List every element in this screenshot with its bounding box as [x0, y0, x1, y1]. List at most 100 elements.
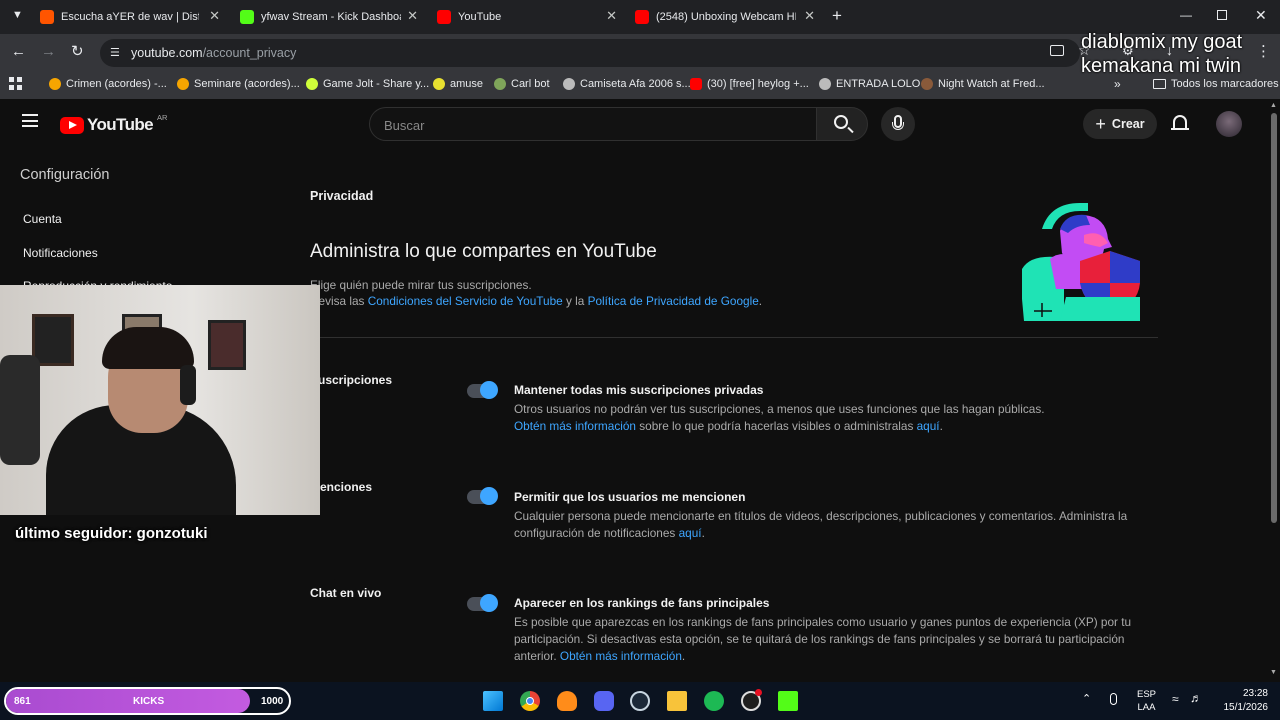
- clock[interactable]: 23:28 15/1/2026: [1212, 687, 1269, 715]
- tab-youtube-video[interactable]: (2548) Unboxing Webcam HD 1 ✕: [635, 6, 815, 28]
- tab-title: Escucha aYER de wav | Disfruta: [61, 11, 199, 23]
- setting-description: Cualquier persona puede mencionarte en t…: [514, 509, 1128, 540]
- learn-more-link[interactable]: Obtén más información: [514, 419, 636, 433]
- setting-description: Es posible que aparezcas en los rankings…: [514, 615, 1132, 663]
- create-label: Crear: [1111, 117, 1145, 131]
- setting-section-label: Suscripciones: [310, 373, 393, 387]
- youtube-logo-text: YouTube: [87, 115, 154, 134]
- setting-title: Mantener todas mis suscripciones privada…: [514, 383, 764, 397]
- youtube-icon: [635, 10, 649, 24]
- steam-icon[interactable]: [630, 691, 650, 711]
- fan-rankings-toggle[interactable]: [467, 594, 498, 612]
- fl-studio-icon[interactable]: [557, 691, 577, 711]
- youtube-icon: [437, 10, 451, 24]
- privacy-illustration: [1022, 203, 1140, 321]
- microphone-tray-icon[interactable]: [1110, 693, 1117, 705]
- volume-icon[interactable]: ♬: [1190, 691, 1202, 705]
- learn-more-link[interactable]: Obtén más información: [560, 649, 682, 663]
- bookmark-item[interactable]: Crimen (acordes) -...: [49, 78, 167, 90]
- setting-title: Permitir que los usuarios me mencionen: [514, 490, 746, 504]
- tab-youtube-active[interactable]: YouTube ✕: [437, 6, 617, 28]
- window-close-icon[interactable]: ✕: [1255, 7, 1267, 24]
- tab-soundcloud[interactable]: Escucha aYER de wav | Disfruta ✕: [40, 6, 220, 28]
- bookmark-item[interactable]: Carl bot: [494, 78, 550, 90]
- language-indicator[interactable]: ESP LAA: [1137, 688, 1156, 714]
- bookmark-item[interactable]: amuse: [433, 78, 483, 90]
- close-icon[interactable]: ✕: [407, 8, 418, 24]
- youtube-logo[interactable]: YouTube AR: [60, 113, 167, 135]
- minimize-icon[interactable]: —: [1180, 8, 1192, 22]
- discord-icon[interactable]: [594, 691, 614, 711]
- hamburger-menu-icon[interactable]: [22, 114, 38, 127]
- bookmark-item[interactable]: (30) [free] heylog +...: [690, 78, 809, 90]
- scroll-up-icon[interactable]: ▲: [1270, 102, 1277, 109]
- back-arrow-icon[interactable]: ←: [11, 43, 26, 60]
- headphones-image: [180, 365, 196, 405]
- youtube-play-icon: [60, 116, 84, 134]
- scroll-down-icon[interactable]: ▼: [1270, 669, 1277, 676]
- spotify-icon[interactable]: [704, 691, 724, 711]
- file-explorer-icon[interactable]: [667, 691, 687, 711]
- notifications-bell-icon[interactable]: [1173, 115, 1187, 129]
- privacy-policy-link[interactable]: Política de Privacidad de Google: [588, 294, 759, 308]
- windows-start-icon[interactable]: [483, 691, 503, 711]
- bookmark-item[interactable]: Night Watch at Fred...: [921, 78, 1045, 90]
- apps-grid-icon[interactable]: [9, 77, 22, 90]
- close-icon[interactable]: ✕: [804, 8, 815, 24]
- clock-date: 15/1/2026: [1223, 702, 1269, 713]
- all-bookmarks-folder[interactable]: Todos los marcadores: [1153, 78, 1279, 90]
- new-tab-button[interactable]: +: [832, 6, 842, 26]
- section-title: Privacidad: [310, 189, 374, 203]
- page-heading: Administra lo que compartes en YouTube: [310, 241, 657, 262]
- restore-icon[interactable]: [1217, 10, 1227, 20]
- sidebar-item-notificaciones[interactable]: Notificaciones: [23, 246, 98, 260]
- settings-sidebar-title: Configuración: [20, 167, 110, 183]
- overlay-text: diablomix my goat kemakana mi twin: [1081, 31, 1243, 77]
- hair-image: [102, 327, 194, 369]
- bookmark-favicon-icon: [306, 78, 318, 90]
- chair-image: [0, 355, 40, 465]
- sidebar-item-cuenta[interactable]: Cuenta: [23, 212, 62, 226]
- tab-title: yfwav Stream - Kick Dashboard: [261, 11, 401, 23]
- install-app-icon[interactable]: [1050, 45, 1064, 56]
- tab-list-chevron-icon[interactable]: ▼: [12, 9, 23, 21]
- bookmark-item[interactable]: Camiseta Afa 2006 s...: [563, 78, 691, 90]
- voice-search-button[interactable]: [881, 107, 915, 141]
- kick-icon: [240, 10, 254, 24]
- intro-terms: Revisa las Condiciones del Servicio de Y…: [310, 294, 763, 308]
- tab-kick-dashboard[interactable]: yfwav Stream - Kick Dashboard ✕: [240, 6, 418, 28]
- setting-title: Aparecer en los rankings de fans princip…: [514, 596, 770, 610]
- kick-app-icon[interactable]: [778, 691, 798, 711]
- forward-arrow-icon[interactable]: →: [41, 43, 56, 60]
- plus-icon: +: [1095, 113, 1106, 134]
- wifi-icon[interactable]: ≈: [1172, 692, 1179, 706]
- terms-of-service-link[interactable]: Condiciones del Servicio de YouTube: [368, 294, 563, 308]
- bookmark-item[interactable]: Game Jolt - Share y...: [306, 78, 429, 90]
- avatar[interactable]: [1216, 111, 1242, 137]
- browser-menu-icon[interactable]: ⋮: [1256, 42, 1271, 60]
- search-input[interactable]: Buscar: [369, 107, 816, 141]
- kicks-goal-fill: [6, 689, 250, 713]
- scrollbar-thumb[interactable]: [1271, 113, 1277, 523]
- bookmark-favicon-icon: [563, 78, 575, 90]
- close-icon[interactable]: ✕: [606, 8, 617, 24]
- site-info-icon[interactable]: ☰: [110, 46, 120, 59]
- bookmark-item[interactable]: Seminare (acordes)...: [177, 78, 300, 90]
- address-bar[interactable]: ☰ youtube.com/account_privacy: [100, 39, 1080, 67]
- more-bookmarks-icon[interactable]: »: [1114, 77, 1121, 91]
- close-icon[interactable]: ✕: [209, 8, 220, 24]
- here-link[interactable]: aquí: [679, 526, 702, 540]
- browser-tab-bar: ▼ Escucha aYER de wav | Disfruta ✕ yfwav…: [0, 0, 1280, 34]
- mentions-toggle[interactable]: [467, 487, 498, 505]
- tray-overflow-icon[interactable]: ⌃: [1082, 692, 1091, 705]
- create-button[interactable]: + Crear: [1083, 109, 1157, 139]
- bookmark-favicon-icon: [921, 78, 933, 90]
- bookmark-favicon-icon: [433, 78, 445, 90]
- bookmark-item[interactable]: ENTRADA LOLO: [819, 78, 920, 90]
- page-scrollbar[interactable]: ▲ ▼: [1268, 99, 1280, 682]
- private-subscriptions-toggle[interactable]: [467, 381, 498, 399]
- kicks-goal-bar: 861 KICKS 1000: [4, 687, 291, 715]
- reload-icon[interactable]: ↻: [71, 42, 84, 60]
- here-link[interactable]: aquí: [917, 419, 940, 433]
- search-button[interactable]: [816, 107, 868, 141]
